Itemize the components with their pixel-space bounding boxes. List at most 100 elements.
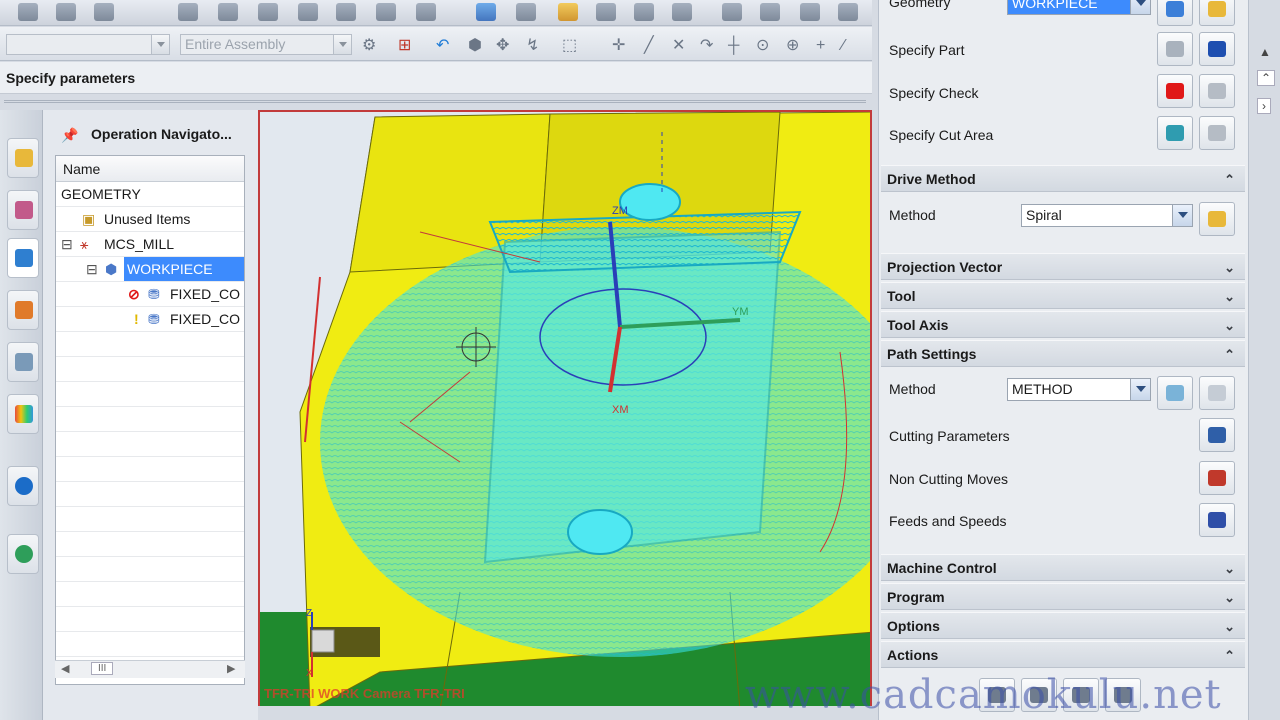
web-browser-tab[interactable] [7, 534, 39, 574]
path-method-select[interactable]: METHOD [1007, 378, 1151, 401]
name-column-header[interactable]: Name [56, 156, 244, 182]
expand-icon[interactable]: ⌄ [1224, 590, 1235, 606]
box-select-icon[interactable]: ⬚ [562, 37, 577, 55]
tree-row-workpiece[interactable]: ⊟ ⬢ WORKPIECE [56, 257, 244, 282]
operation-navigator-tab[interactable] [7, 238, 39, 278]
machine-control-section[interactable]: Machine Control ⌄ [881, 554, 1245, 581]
type-filter-select[interactable] [6, 34, 170, 55]
scope-filter-select[interactable]: Entire Assembly [180, 34, 352, 55]
scroll-up-icon[interactable]: ▲ [1259, 45, 1271, 59]
graphics-window[interactable]: ZM YM XM Z X [258, 110, 872, 708]
geometry-select[interactable]: WORKPIECE [1007, 0, 1151, 15]
cue-line-text: Specify parameters [6, 70, 136, 86]
drive-method-section[interactable]: Drive Method ⌃ [881, 165, 1245, 192]
feeds-and-speeds-button[interactable] [1199, 503, 1235, 537]
display-cut-area-button[interactable] [1199, 116, 1235, 150]
undo-selection-icon[interactable]: ↶ [436, 37, 449, 55]
solid-icon[interactable]: ⬢ [468, 37, 482, 55]
projection-vector-section[interactable]: Projection Vector ⌄ [881, 253, 1245, 280]
path-settings-section[interactable]: Path Settings ⌃ [881, 340, 1245, 367]
collapse-icon[interactable]: ⌃ [1224, 172, 1235, 188]
expand-icon[interactable]: ⌄ [1224, 619, 1235, 635]
toolbar-icon[interactable] [634, 3, 654, 21]
specify-check-button[interactable] [1157, 74, 1193, 108]
tree-row-mcs-mill[interactable]: ⊟ ⚹ MCS_MILL [56, 232, 244, 257]
toolbar-icon[interactable] [558, 3, 578, 21]
options-section[interactable]: Options ⌄ [881, 612, 1245, 639]
endpoint-icon[interactable]: ✕ [672, 37, 685, 55]
tree-row-fixed-contour-2[interactable]: ! ⛃ FIXED_CO [56, 307, 244, 332]
edit-method-button[interactable] [1199, 376, 1235, 410]
machining-features-tab[interactable] [7, 342, 39, 382]
toolbar-icon[interactable] [376, 3, 396, 21]
tangent-icon[interactable]: ∕ [842, 37, 845, 55]
arc-icon[interactable]: ↷ [700, 37, 713, 55]
specify-part-button[interactable] [1157, 32, 1193, 66]
toolbar-icon[interactable] [722, 3, 742, 21]
actions-section[interactable]: Actions ⌃ [881, 641, 1245, 668]
collapse-icon[interactable]: ⌃ [1224, 648, 1235, 664]
display-part-button[interactable] [1199, 32, 1235, 66]
information-tab[interactable] [7, 466, 39, 506]
toolbar-icon[interactable] [596, 3, 616, 21]
toolbar-icon[interactable] [800, 3, 820, 21]
toolbar-icon[interactable] [760, 3, 780, 21]
toolbar-icon[interactable] [516, 3, 536, 21]
new-geometry-button[interactable] [1157, 0, 1193, 26]
toolbar-icon[interactable] [56, 3, 76, 21]
chevron-right-icon[interactable]: › [1257, 98, 1271, 114]
toolbar-icon[interactable] [94, 3, 114, 21]
toolbar-icon[interactable] [672, 3, 692, 21]
intersection-icon[interactable]: ┼ [728, 37, 739, 55]
tree-row-geometry[interactable]: GEOMETRY [56, 182, 244, 207]
filter-icon[interactable]: ⚙ [362, 37, 376, 55]
toolbar-icon[interactable] [218, 3, 238, 21]
scroll-left-icon[interactable]: ◀ [61, 662, 69, 675]
expand-icon[interactable]: ⌄ [1224, 289, 1235, 305]
toolbar-icon[interactable] [838, 3, 858, 21]
scroll-thumb[interactable]: III [91, 662, 114, 675]
tool-axis-section[interactable]: Tool Axis ⌄ [881, 311, 1245, 338]
quadrant-icon[interactable]: ⊕ [786, 37, 799, 55]
cutting-parameters-button[interactable] [1199, 418, 1235, 452]
expand-icon[interactable]: ⌄ [1224, 561, 1235, 577]
toolbar-icon[interactable] [18, 3, 38, 21]
curve-icon[interactable]: ✥ [496, 37, 509, 55]
program-section[interactable]: Program ⌄ [881, 583, 1245, 610]
horizontal-scrollbar[interactable]: ◀ III ▶ [55, 660, 245, 678]
machine-tool-navigator-tab[interactable] [7, 290, 39, 330]
pin-icon[interactable]: 📌 [61, 127, 78, 144]
toolbar-icon[interactable] [298, 3, 318, 21]
new-method-button[interactable] [1157, 376, 1193, 410]
toolbar-icon[interactable] [476, 3, 496, 21]
specify-cut-area-button[interactable] [1157, 116, 1193, 150]
edge-icon[interactable]: ↯ [526, 37, 539, 55]
display-check-button[interactable] [1199, 74, 1235, 108]
edit-geometry-button[interactable] [1199, 0, 1235, 26]
collapse-icon[interactable]: ⌃ [1224, 347, 1235, 363]
expand-icon[interactable]: ⌄ [1224, 260, 1235, 276]
non-cutting-moves-button[interactable] [1199, 461, 1235, 495]
center-icon[interactable]: ⊙ [756, 37, 769, 55]
move-icon[interactable]: ✛ [612, 37, 625, 55]
toolbar-icon[interactable] [416, 3, 436, 21]
tree-row-fixed-contour-1[interactable]: ⊘ ⛃ FIXED_CO [56, 282, 244, 307]
drive-method-select[interactable]: Spiral [1021, 204, 1193, 227]
tree-row-unused-items[interactable]: ▣ Unused Items [56, 207, 244, 232]
chevron-up-icon[interactable]: ⌃ [1257, 70, 1276, 86]
collapse-icon[interactable]: ⊟ [86, 257, 98, 281]
snap-icon[interactable]: ⊞ [398, 37, 411, 55]
expand-icon[interactable]: ⌄ [1224, 318, 1235, 334]
toolbar-icon[interactable] [336, 3, 356, 21]
reuse-library-tab[interactable] [7, 394, 39, 434]
constraint-navigator-tab[interactable] [7, 190, 39, 230]
scroll-right-icon[interactable]: ▶ [227, 662, 235, 675]
assembly-navigator-tab[interactable] [7, 138, 39, 178]
point-icon[interactable]: + [816, 37, 825, 55]
line-icon[interactable]: ╱ [644, 37, 654, 55]
collapse-icon[interactable]: ⊟ [61, 232, 73, 256]
toolbar-icon[interactable] [258, 3, 278, 21]
edit-drive-method-button[interactable] [1199, 202, 1235, 236]
tool-section[interactable]: Tool ⌄ [881, 282, 1245, 309]
toolbar-icon[interactable] [178, 3, 198, 21]
